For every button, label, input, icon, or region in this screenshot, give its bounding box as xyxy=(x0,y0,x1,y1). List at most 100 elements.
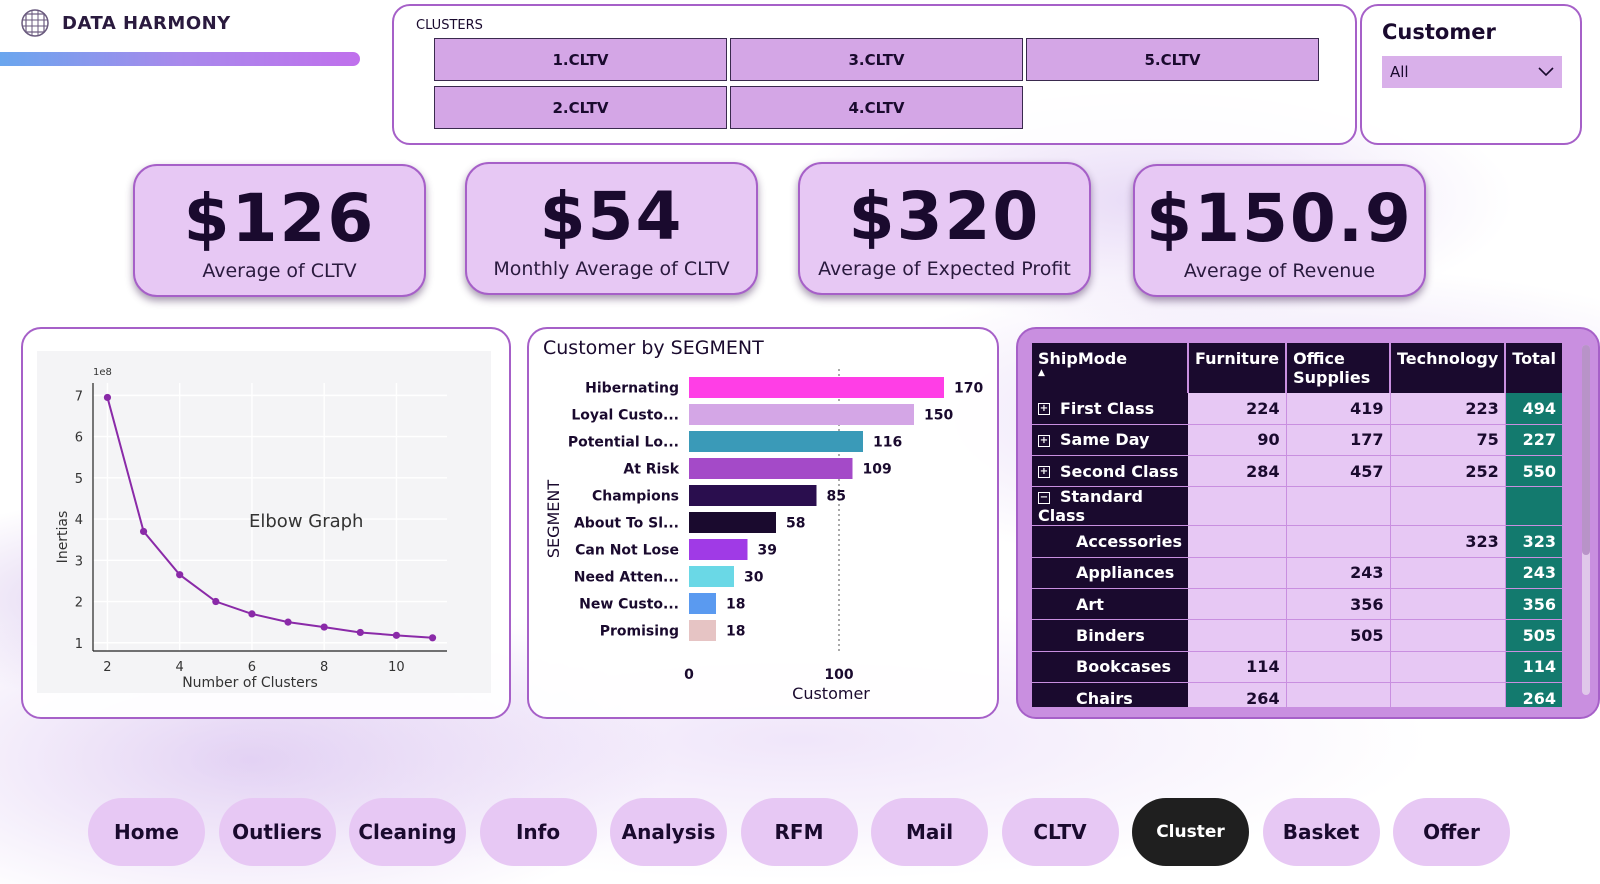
kpi-label: Average of Revenue xyxy=(1183,260,1376,282)
bar xyxy=(689,620,716,641)
category-label: Potential Lo... xyxy=(568,435,679,451)
nav-button-offer[interactable]: Offer xyxy=(1393,798,1510,866)
matrix-row[interactable]: Accessories 323 323 xyxy=(1032,525,1562,558)
nav-button-basket[interactable]: Basket xyxy=(1262,798,1380,866)
cluster-button-5[interactable]: 5.CLTV xyxy=(1026,38,1319,81)
cell-office-supplies: 177 xyxy=(1286,424,1391,457)
nav-button-mail[interactable]: Mail xyxy=(871,798,988,866)
bar xyxy=(689,404,914,425)
row-header-label: Standard Class xyxy=(1038,487,1143,526)
row-header[interactable]: − Standard Class xyxy=(1032,486,1188,527)
column-header-furniture[interactable]: Furniture xyxy=(1188,343,1288,393)
data-label: 18 xyxy=(726,624,745,640)
cell-furniture: 264 xyxy=(1188,682,1287,707)
bar xyxy=(689,539,748,560)
nav-button-analysis[interactable]: Analysis xyxy=(610,798,727,866)
row-header[interactable]: Art xyxy=(1032,588,1188,621)
customer-slicer: Customer All xyxy=(1360,4,1582,145)
kpi-label: Average of Expected Profit xyxy=(818,258,1071,280)
column-header-office-supplies[interactable]: Office Supplies xyxy=(1286,343,1392,393)
nav-button-home[interactable]: Home xyxy=(88,798,205,866)
row-header[interactable]: Accessories xyxy=(1032,525,1188,558)
column-header-total[interactable]: Total xyxy=(1505,343,1562,393)
expand-icon[interactable]: + xyxy=(1038,403,1050,416)
bar xyxy=(689,485,817,506)
kpi-card-monthly-average-cltv: $54 Monthly Average of CLTV xyxy=(465,162,758,295)
data-point xyxy=(428,634,437,642)
expand-icon[interactable]: + xyxy=(1038,466,1050,479)
y-tick-label: 1 xyxy=(75,637,83,652)
collapse-icon[interactable]: − xyxy=(1038,491,1050,504)
matrix-row[interactable]: Chairs 264 264 xyxy=(1032,682,1562,707)
nav-button-rfm[interactable]: RFM xyxy=(740,798,858,866)
category-label: About To Sl... xyxy=(574,516,679,532)
clusters-title: CLUSTERS xyxy=(416,18,483,33)
data-point xyxy=(320,623,328,631)
cell-technology xyxy=(1390,682,1506,707)
nav-button-cltv[interactable]: CLTV xyxy=(1001,798,1119,866)
row-header[interactable]: Binders xyxy=(1032,619,1188,652)
cell-furniture: 90 xyxy=(1188,424,1287,457)
cluster-button-2[interactable]: 2.CLTV xyxy=(434,86,727,129)
expand-icon[interactable]: + xyxy=(1038,434,1050,447)
x-tick-label: 4 xyxy=(176,660,184,675)
cell-technology xyxy=(1390,557,1506,589)
kpi-card-average-cltv: $126 Average of CLTV xyxy=(133,164,426,297)
row-header[interactable]: + First Class xyxy=(1032,393,1188,425)
matrix-row[interactable]: + First Class 224 419 223 494 xyxy=(1032,393,1562,425)
cell-office-supplies: 419 xyxy=(1286,393,1391,425)
x-tick-label: 0 xyxy=(684,667,694,683)
clusters-slicer: CLUSTERS 1.CLTV 3.CLTV 5.CLTV 2.CLTV 4.C… xyxy=(392,4,1357,145)
x-tick-label: 6 xyxy=(248,660,256,675)
row-header-label: Chairs xyxy=(1076,688,1133,707)
nav-button-cleaning[interactable]: Cleaning xyxy=(349,798,466,866)
y-tick-label: 3 xyxy=(75,554,83,569)
y-axis-title: SEGMENT xyxy=(544,480,563,559)
bar xyxy=(689,593,716,614)
row-header[interactable]: Chairs xyxy=(1032,682,1188,707)
matrix-row[interactable]: Appliances 243 243 xyxy=(1032,557,1562,589)
matrix-row[interactable]: − Standard Class xyxy=(1032,486,1562,527)
x-axis-title: Number of Clusters xyxy=(182,675,318,691)
category-label: At Risk xyxy=(623,462,679,478)
cluster-button-3[interactable]: 3.CLTV xyxy=(730,38,1023,81)
data-point xyxy=(284,618,292,626)
row-header[interactable]: + Same Day xyxy=(1032,424,1188,457)
x-tick-label: 10 xyxy=(388,660,405,675)
row-header-label: Art xyxy=(1076,594,1104,614)
matrix-row[interactable]: Bookcases 114 114 xyxy=(1032,651,1562,683)
category-label: Hibernating xyxy=(585,381,679,397)
matrix-row[interactable]: + Second Class 284 457 252 550 xyxy=(1032,455,1562,488)
matrix-row[interactable]: Art 356 356 xyxy=(1032,588,1562,621)
chart-title: Customer by SEGMENT xyxy=(543,337,764,359)
data-label: 18 xyxy=(726,597,745,613)
column-header-shipmode[interactable]: ShipMode ▲ xyxy=(1032,343,1189,393)
cell-total: 356 xyxy=(1505,588,1562,621)
category-label: Loyal Custo... xyxy=(571,408,679,424)
row-header[interactable]: Appliances xyxy=(1032,557,1188,589)
column-header-technology[interactable]: Technology xyxy=(1390,343,1507,393)
matrix-row[interactable]: Binders 505 505 xyxy=(1032,619,1562,652)
x-tick-label: 8 xyxy=(320,660,328,675)
shipmode-matrix-panel: ShipMode ▲ Furniture Office Supplies Tec… xyxy=(1016,327,1600,719)
cluster-button-4[interactable]: 4.CLTV xyxy=(730,86,1023,129)
customer-dropdown[interactable]: All xyxy=(1382,56,1562,88)
data-point xyxy=(103,393,112,402)
nav-button-info[interactable]: Info xyxy=(479,798,597,866)
nav-button-cluster[interactable]: Cluster xyxy=(1132,798,1249,866)
row-header[interactable]: Bookcases xyxy=(1032,651,1188,683)
y-multiplier-label: 1e8 xyxy=(93,367,112,378)
data-point xyxy=(356,628,364,637)
grid-globe-icon xyxy=(21,9,49,37)
cluster-button-1[interactable]: 1.CLTV xyxy=(434,38,727,81)
kpi-value: $54 xyxy=(539,178,684,255)
row-header-label: Accessories xyxy=(1076,532,1182,552)
nav-button-outliers[interactable]: Outliers xyxy=(218,798,336,866)
y-tick-label: 6 xyxy=(75,431,83,446)
row-header[interactable]: + Second Class xyxy=(1032,455,1188,488)
category-label: Promising xyxy=(600,624,679,640)
matrix-scrollbar-thumb[interactable] xyxy=(1582,345,1590,555)
column-header-label: ShipMode xyxy=(1038,349,1128,368)
matrix-row[interactable]: + Same Day 90 177 75 227 xyxy=(1032,424,1562,457)
row-header-label: First Class xyxy=(1060,398,1155,418)
